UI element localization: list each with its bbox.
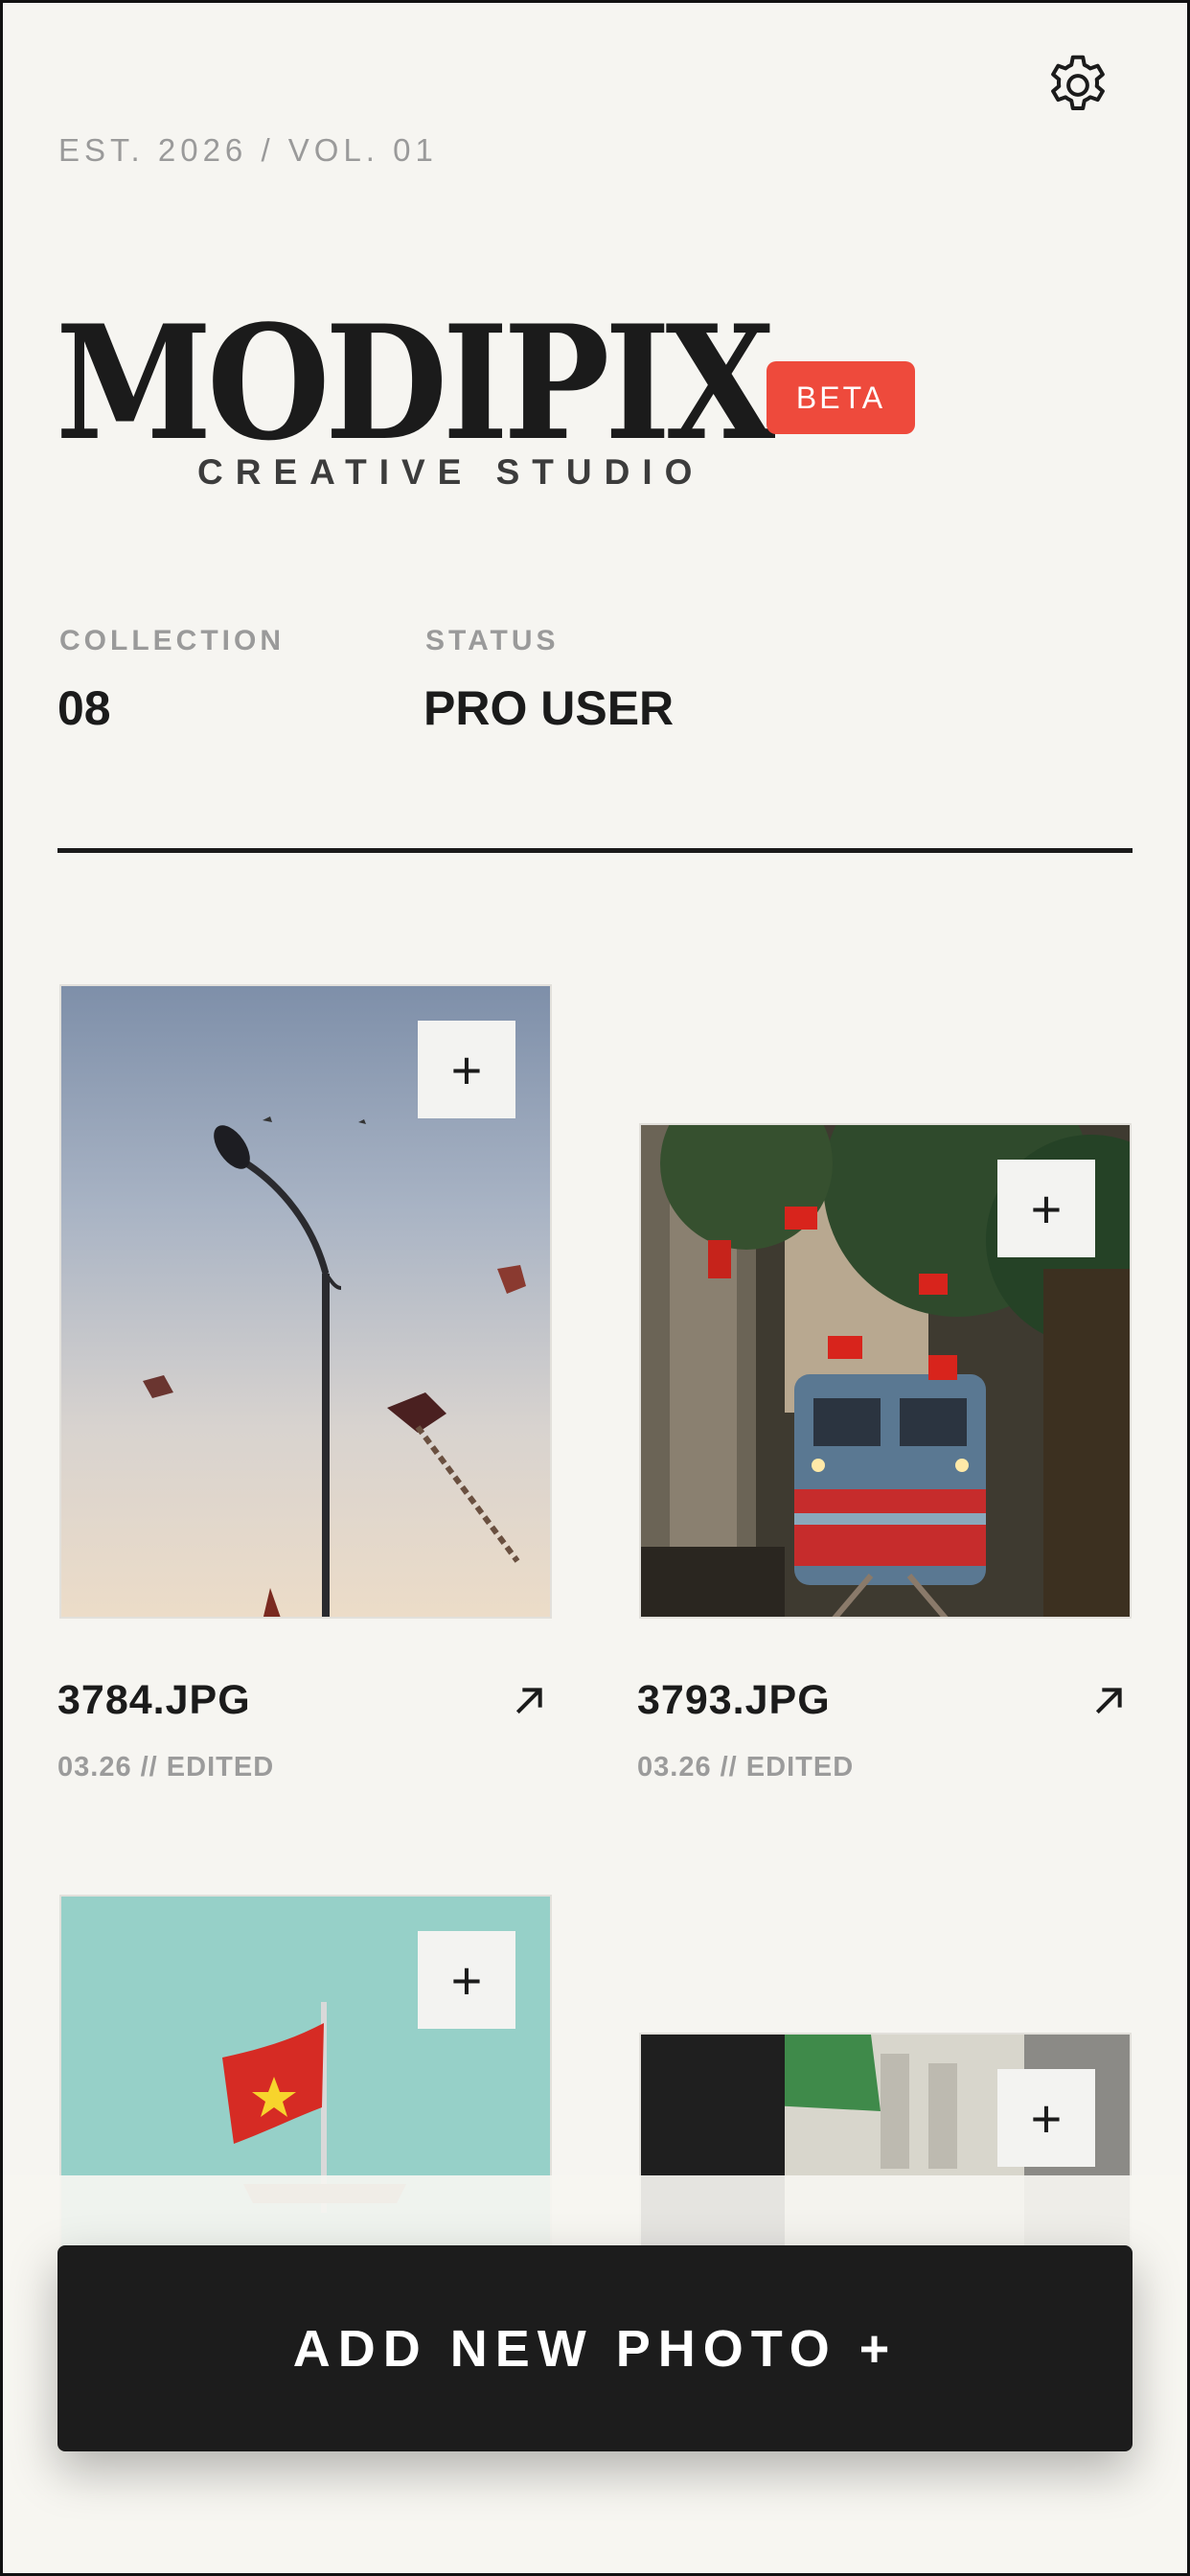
plus-icon: + (450, 1039, 483, 1100)
collection-label: COLLECTION (59, 625, 285, 656)
photo-filename: 3784.JPG (57, 1677, 251, 1723)
settings-button[interactable] (1042, 50, 1113, 121)
status-value: PRO USER (423, 681, 675, 735)
logo: MODIPIX (56, 305, 850, 462)
add-photo-button[interactable]: + (418, 1021, 515, 1118)
plus-icon: + (1030, 2087, 1063, 2149)
beta-badge: BETA (767, 361, 915, 434)
arrow-up-right-icon[interactable] (510, 1682, 548, 1720)
photo-meta: 03.26 // EDITED (637, 1752, 855, 1782)
divider (57, 848, 1133, 853)
gear-icon (1051, 55, 1105, 111)
collection-value: 08 (57, 681, 111, 735)
plus-icon: + (450, 1949, 483, 2011)
add-photo-button[interactable]: + (997, 2069, 1095, 2167)
status-label: STATUS (425, 625, 560, 656)
logo-wordmark: MODIPIX (56, 290, 775, 475)
edition-label: EST. 2026 / VOL. 01 (58, 132, 438, 168)
add-new-photo-button[interactable]: ADD NEW PHOTO + (57, 2245, 1133, 2451)
arrow-up-right-icon[interactable] (1089, 1682, 1128, 1720)
add-photo-button[interactable]: + (997, 1160, 1095, 1257)
logo-subtitle: CREATIVE STUDIO (197, 452, 705, 492)
photo-card-image[interactable]: + (59, 984, 552, 1619)
plus-icon: + (1030, 1178, 1063, 1239)
add-photo-button[interactable]: + (418, 1931, 515, 2029)
photo-filename: 3793.JPG (637, 1677, 831, 1723)
photo-meta: 03.26 // EDITED (57, 1752, 275, 1782)
photo-card-image[interactable]: + (639, 1123, 1132, 1619)
